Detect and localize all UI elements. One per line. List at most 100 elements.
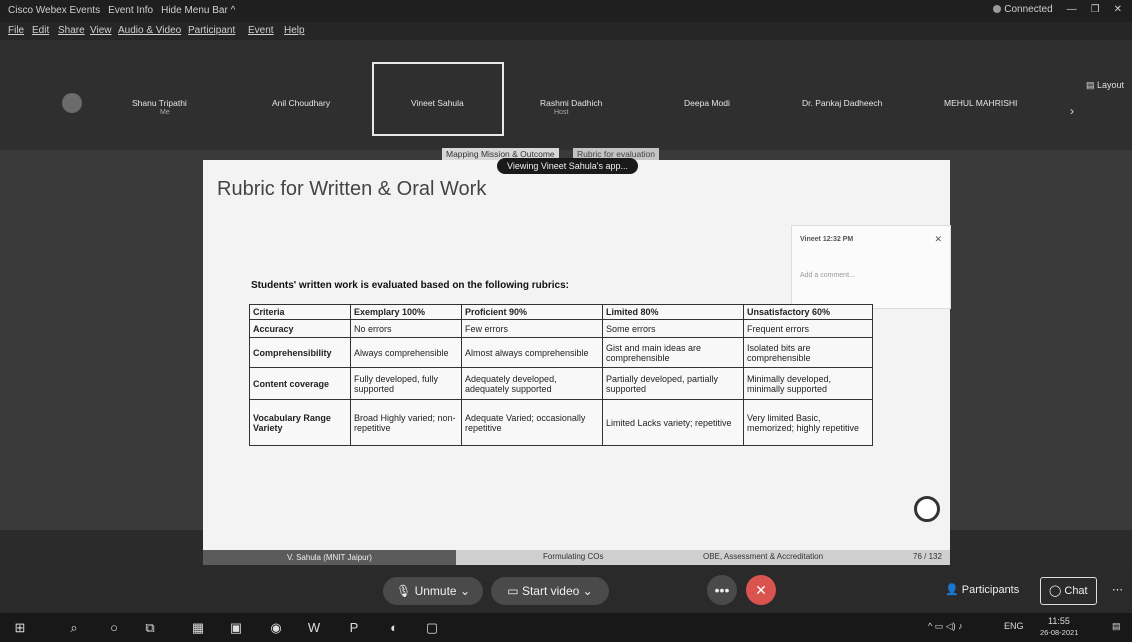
table-cell: Isolated bits are comprehensible: [743, 337, 873, 369]
participant-name[interactable]: MEHUL MAHRISHI: [944, 98, 1017, 108]
close-window-button[interactable]: ✕: [1114, 4, 1122, 15]
system-tray-icons[interactable]: ^ ▭ ◁) ♪: [928, 621, 963, 632]
table-cell: Very limited Basic, memorized; highly re…: [743, 399, 873, 447]
menu-file[interactable]: File: [8, 25, 24, 36]
leave-meeting-button[interactable]: ✕: [746, 575, 776, 605]
table-row: Accuracy No errors Few errors Some error…: [249, 319, 873, 339]
more-icon[interactable]: ⋯: [1112, 577, 1123, 603]
table-cell: Always comprehensible: [350, 337, 462, 369]
table-cell: Some errors: [602, 319, 744, 339]
language-indicator[interactable]: ENG: [1004, 621, 1024, 631]
menu-event[interactable]: Event: [248, 25, 274, 36]
chrome-icon[interactable]: ◉: [268, 620, 284, 636]
table-header: Limited 80%: [602, 303, 744, 321]
chat-icon: ◯: [1049, 585, 1062, 597]
app-icon[interactable]: ▢: [424, 620, 440, 636]
rubric-table: Criteria Exemplary 100% Proficient 90% L…: [249, 303, 873, 447]
table-cell: Vocabulary Range Variety: [249, 399, 351, 447]
participant-name[interactable]: Anil Choudhary: [272, 98, 330, 108]
table-cell: Few errors: [461, 319, 603, 339]
clock-date[interactable]: 26-08-2021: [1040, 628, 1078, 637]
participant-name[interactable]: Deepa Modi: [684, 98, 730, 108]
comment-box[interactable]: Vineet 12:32 PM ✕ Add a comment...: [791, 225, 951, 309]
meeting-controls: 🎙 Unmute ⌄ ▭ Start video ⌄ ••• ✕ 👤 Parti…: [0, 565, 1132, 613]
person-icon: 👤: [945, 584, 959, 596]
menu-audio-video[interactable]: Audio & Video: [118, 25, 181, 36]
menu-bar: File Edit Share View Audio & Video Parti…: [0, 22, 1132, 40]
menu-view[interactable]: View: [90, 25, 112, 36]
event-info-link[interactable]: Event Info: [108, 5, 153, 16]
participant-name[interactable]: Dr. Pankaj Dadheech: [802, 98, 882, 108]
table-cell: Gist and main ideas are comprehensible: [602, 337, 744, 369]
table-header: Exemplary 100%: [350, 303, 462, 321]
title-bar: Cisco Webex Events Event Info Hide Menu …: [0, 0, 1132, 22]
comment-input[interactable]: Add a comment...: [800, 272, 855, 279]
app-title: Cisco Webex Events: [8, 5, 101, 16]
viewing-indicator[interactable]: Viewing Vineet Sahula's app...: [497, 158, 638, 174]
task-view-icon[interactable]: ⧉: [142, 620, 158, 636]
participant-role: Me: [160, 109, 170, 116]
powerpoint-icon[interactable]: P: [346, 620, 362, 636]
chat-button[interactable]: ◯ Chat: [1040, 577, 1097, 605]
minimize-button[interactable]: —: [1067, 4, 1077, 15]
table-row: Vocabulary Range Variety Broad Highly va…: [249, 399, 873, 447]
menu-participant[interactable]: Participant: [188, 25, 235, 36]
table-cell: Almost always comprehensible: [461, 337, 603, 369]
layout-button[interactable]: ▤ Layout: [1086, 80, 1124, 91]
connection-status[interactable]: Connected: [993, 4, 1053, 15]
footer-course: OBE, Assessment & Accreditation: [703, 552, 824, 561]
cortana-icon[interactable]: ○: [106, 620, 122, 636]
close-icon[interactable]: ✕: [934, 234, 942, 245]
participant-strip: Shanu Tripathi Me Anil Choudhary Vineet …: [0, 40, 1132, 150]
unmute-button[interactable]: 🎙 Unmute ⌄: [383, 577, 483, 605]
participants-button[interactable]: 👤 Participants: [945, 577, 1019, 603]
webex-icon[interactable]: ◐: [386, 620, 402, 636]
table-header: Criteria: [249, 303, 351, 321]
hide-menu-bar-button[interactable]: Hide Menu Bar ^: [161, 5, 235, 16]
comment-author: Vineet 12:32 PM: [800, 236, 854, 243]
clock-time[interactable]: 11:55: [1048, 616, 1070, 626]
table-cell: No errors: [350, 319, 462, 339]
table-header: Unsatisfactory 60%: [743, 303, 873, 321]
participant-name[interactable]: Vineet Sahula: [411, 98, 464, 108]
table-cell: Adequately developed, adequately support…: [461, 367, 603, 401]
windows-taskbar: ⊞ ⌕ ○ ⧉ ▦ ▣ ◉ W P ◐ ▢ ^ ▭ ◁) ♪ ENG 11:55…: [0, 613, 1132, 642]
footer-presenter: V. Sahula (MNIT Jaipur): [203, 550, 456, 565]
participant-name[interactable]: Shanu Tripathi: [132, 98, 187, 108]
menu-share[interactable]: Share: [58, 25, 85, 36]
institute-logo: [914, 496, 940, 522]
menu-help[interactable]: Help: [284, 25, 305, 36]
camera-icon: ▭: [507, 584, 519, 598]
table-header-row: Criteria Exemplary 100% Proficient 90% L…: [249, 303, 873, 321]
slide-subtitle: Students' written work is evaluated base…: [251, 280, 569, 291]
table-cell: Broad Highly varied; non-repetitive: [350, 399, 462, 447]
table-cell: Frequent errors: [743, 319, 873, 339]
notification-icon[interactable]: ▤: [1112, 621, 1121, 632]
layout-icon: ▤: [1085, 80, 1095, 90]
slide-footer: V. Sahula (MNIT Jaipur) Formulating COs …: [203, 550, 950, 565]
search-icon[interactable]: ⌕: [66, 620, 82, 636]
avatar: [62, 93, 82, 113]
table-header: Proficient 90%: [461, 303, 603, 321]
start-video-button[interactable]: ▭ Start video ⌄: [491, 577, 609, 605]
menu-edit[interactable]: Edit: [32, 25, 49, 36]
table-cell: Limited Lacks variety; repetitive: [602, 399, 744, 447]
more-options-button[interactable]: •••: [707, 575, 737, 605]
participant-role: Host: [554, 109, 569, 116]
connection-icon: [993, 5, 1002, 14]
word-icon[interactable]: W: [306, 620, 322, 636]
chevron-down-icon: ⌄: [459, 584, 470, 598]
app-icon[interactable]: ▣: [228, 620, 244, 636]
windows-start-icon[interactable]: ⊞: [12, 620, 28, 636]
table-row: Content coverage Fully developed, fully …: [249, 367, 873, 401]
table-cell: Content coverage: [249, 367, 351, 401]
table-row: Comprehensibility Always comprehensible …: [249, 337, 873, 369]
participant-name[interactable]: Rashmi Dadhich: [540, 98, 602, 108]
chevron-down-icon: ⌄: [582, 584, 593, 598]
table-cell: Partially developed, partially supported: [602, 367, 744, 401]
footer-page: 76 / 132: [913, 552, 942, 561]
microphone-icon: 🎙: [395, 584, 412, 598]
app-icon[interactable]: ▦: [190, 620, 206, 636]
chevron-right-icon[interactable]: ›: [1070, 104, 1074, 118]
restore-button[interactable]: ❐: [1091, 4, 1100, 15]
